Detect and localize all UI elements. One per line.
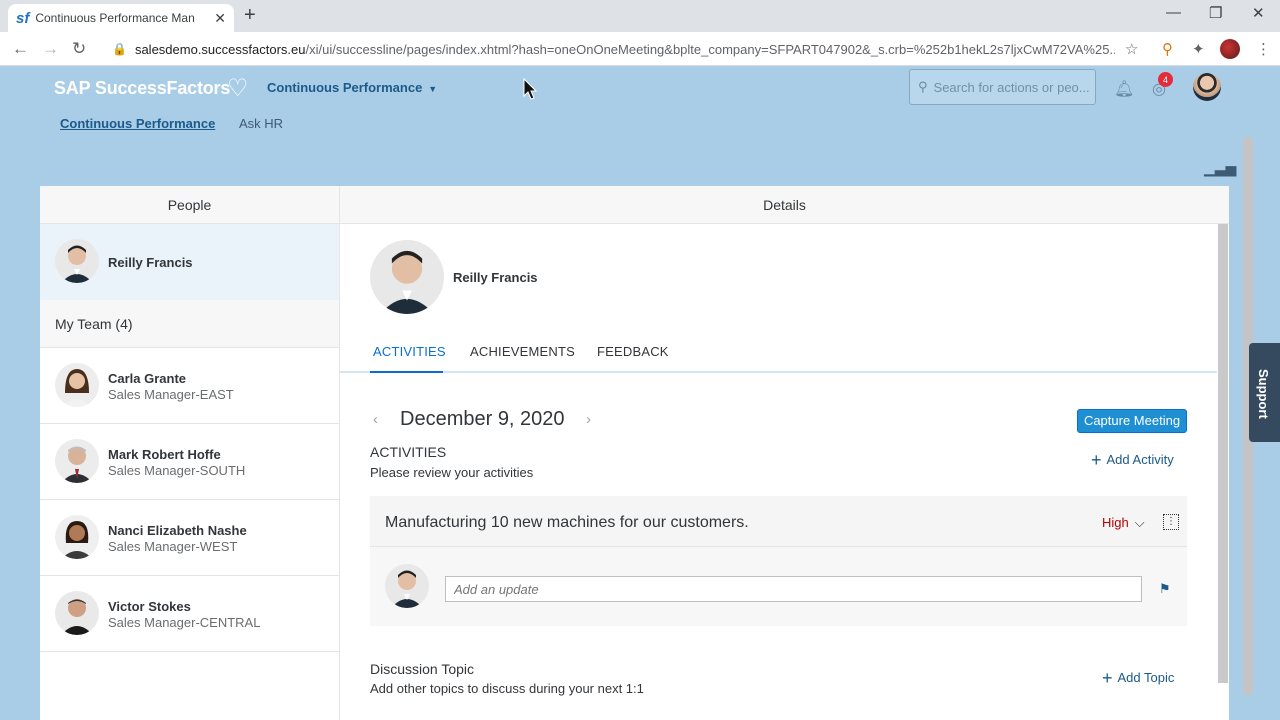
close-window-icon[interactable]: ✕ bbox=[1252, 4, 1265, 22]
people-item-me[interactable]: Reilly Francis bbox=[40, 224, 339, 300]
bell-icon[interactable]: 🔔︎ bbox=[1114, 79, 1134, 99]
details-header: Details bbox=[763, 197, 806, 213]
browser-tab[interactable]: sf Continuous Performance Manag ✕ bbox=[8, 4, 234, 32]
subnav-continuous-performance[interactable]: Continuous Performance bbox=[60, 116, 215, 131]
flag-icon[interactable]: ⚑ bbox=[1159, 581, 1171, 597]
avatar bbox=[385, 564, 429, 608]
profile-header: Reilly Francis ACTIVITIES ACHIEVEMENTS F… bbox=[340, 224, 1217, 373]
caret-down-icon: ▼ bbox=[428, 84, 438, 94]
person-role: Sales Manager-WEST bbox=[108, 539, 238, 554]
chevron-right-icon[interactable]: › bbox=[586, 411, 591, 428]
url-host: salesdemo.successfactors.eu bbox=[134, 41, 306, 57]
avatar bbox=[55, 515, 99, 559]
person-role: Sales Manager-EAST bbox=[108, 387, 234, 402]
app-logo[interactable]: SAP SuccessFactors bbox=[54, 78, 230, 99]
lock-icon: 🔒 bbox=[112, 42, 127, 56]
url-path: /xi/ui/successline/pages/index.xhtml?has… bbox=[305, 41, 1115, 57]
activity-card-header: Manufacturing 10 new machines for our cu… bbox=[370, 496, 1187, 547]
forward-icon[interactable]: → bbox=[42, 39, 59, 59]
add-activity-label: Add Activity bbox=[1106, 452, 1174, 467]
search-extension-icon[interactable]: ⚲ bbox=[1162, 40, 1173, 58]
discussion-subtitle: Add other topics to discuss during your … bbox=[370, 681, 644, 696]
add-activity-button[interactable]: + Add Activity bbox=[1091, 450, 1174, 471]
update-input[interactable] bbox=[445, 576, 1142, 602]
notification-badge: 4 bbox=[1158, 72, 1173, 87]
priority-label: High bbox=[1102, 515, 1129, 530]
maximize-icon[interactable]: ❐ bbox=[1209, 4, 1222, 22]
avatar bbox=[55, 239, 99, 283]
my-team-header[interactable]: My Team (4) bbox=[40, 300, 339, 348]
plus-icon: + bbox=[1091, 450, 1102, 470]
menu-icon[interactable]: ⋮ bbox=[1256, 40, 1271, 58]
details-scrollbar[interactable] bbox=[1218, 224, 1228, 683]
activities-title: ACTIVITIES bbox=[370, 444, 447, 460]
person-name: Reilly Francis bbox=[108, 255, 193, 270]
team-member-row[interactable]: Nanci Elizabeth Nashe Sales Manager-WEST bbox=[40, 500, 339, 576]
reload-icon[interactable]: ↻ bbox=[72, 39, 86, 59]
profile-photo bbox=[370, 240, 444, 314]
tab-achievements[interactable]: ACHIEVEMENTS bbox=[470, 344, 575, 359]
details-pane: Reilly Francis ACTIVITIES ACHIEVEMENTS F… bbox=[340, 224, 1217, 720]
tab-activities[interactable]: ACTIVITIES bbox=[373, 344, 446, 359]
support-label: Support bbox=[1256, 369, 1271, 419]
more-icon[interactable]: ⋮ bbox=[1163, 514, 1179, 530]
close-tab-icon[interactable]: ✕ bbox=[214, 10, 226, 27]
panel-header: People Details bbox=[40, 186, 1229, 224]
person-role: Sales Manager-CENTRAL bbox=[108, 615, 261, 630]
star-icon[interactable]: ☆ bbox=[1125, 40, 1138, 58]
avatar bbox=[55, 439, 99, 483]
person-name: Mark Robert Hoffe bbox=[108, 447, 221, 462]
chart-icon[interactable]: ▁▃▅ bbox=[1204, 160, 1236, 177]
extensions-icon[interactable]: ✦ bbox=[1192, 40, 1205, 58]
chevron-down-icon: ⌵ bbox=[1134, 515, 1145, 530]
activity-card: Manufacturing 10 new machines for our cu… bbox=[370, 496, 1187, 626]
browser-tab-title: Continuous Performance Manag bbox=[35, 11, 196, 25]
discussion-title: Discussion Topic bbox=[370, 661, 475, 677]
team-member-row[interactable]: Mark Robert Hoffe Sales Manager-SOUTH bbox=[40, 424, 339, 500]
capture-meeting-button[interactable]: Capture Meeting bbox=[1077, 409, 1187, 433]
address-bar: ← → ↻ 🔒 salesdemo.successfactors.eu/xi/u… bbox=[0, 32, 1280, 66]
active-tab-indicator bbox=[370, 371, 443, 373]
favicon-icon: sf bbox=[16, 9, 30, 27]
profile-name: Reilly Francis bbox=[453, 270, 538, 285]
url-field[interactable]: 🔒 salesdemo.successfactors.eu/xi/ui/succ… bbox=[100, 36, 1150, 62]
person-role: Sales Manager-SOUTH bbox=[108, 463, 246, 478]
support-tab[interactable]: Support bbox=[1249, 343, 1280, 442]
team-member-row[interactable]: Carla Grante Sales Manager-EAST bbox=[40, 348, 339, 424]
activities-subtitle: Please review your activities bbox=[370, 465, 534, 480]
module-switcher[interactable]: Continuous Performance ▼ bbox=[267, 80, 437, 95]
minimize-icon[interactable]: — bbox=[1166, 4, 1181, 21]
search-icon: ⚲ bbox=[918, 79, 928, 94]
people-list: Reilly Francis My Team (4) Carla Grante … bbox=[40, 224, 340, 720]
browser-tab-bar: sf Continuous Performance Manag ✕ + — ❐ … bbox=[0, 0, 1280, 32]
add-topic-button[interactable]: + Add Topic bbox=[1102, 668, 1174, 689]
mouse-cursor bbox=[523, 78, 537, 100]
people-header: People bbox=[40, 186, 340, 224]
module-label: Continuous Performance bbox=[267, 80, 423, 95]
heart-icon: ♡ bbox=[227, 75, 249, 102]
avatar bbox=[55, 591, 99, 635]
team-member-row[interactable]: Victor Stokes Sales Manager-CENTRAL bbox=[40, 576, 339, 652]
priority-dropdown[interactable]: High ⌵ bbox=[1102, 515, 1145, 531]
new-tab-icon[interactable]: + bbox=[244, 4, 256, 27]
person-name: Nanci Elizabeth Nashe bbox=[108, 523, 247, 538]
avatar bbox=[55, 363, 99, 407]
global-search[interactable]: ⚲ Search for actions or peo... bbox=[909, 69, 1096, 105]
activity-title[interactable]: Manufacturing 10 new machines for our cu… bbox=[385, 514, 749, 532]
person-name: Carla Grante bbox=[108, 371, 187, 386]
meeting-date: December 9, 2020 bbox=[400, 408, 565, 430]
add-topic-label: Add Topic bbox=[1117, 670, 1175, 685]
search-placeholder: Search for actions or peo... bbox=[933, 79, 1090, 95]
person-name: Victor Stokes bbox=[108, 599, 191, 614]
main-panel: People Details Reilly Francis My Team (4… bbox=[40, 186, 1229, 720]
plus-icon: + bbox=[1102, 668, 1113, 688]
back-icon[interactable]: ← bbox=[12, 39, 29, 59]
user-avatar[interactable] bbox=[1193, 73, 1221, 101]
tab-feedback[interactable]: FEEDBACK bbox=[597, 344, 669, 359]
subnav-ask-hr[interactable]: Ask HR bbox=[239, 116, 283, 131]
chevron-left-icon[interactable]: ‹ bbox=[373, 411, 378, 428]
profile-avatar[interactable] bbox=[1220, 39, 1240, 59]
